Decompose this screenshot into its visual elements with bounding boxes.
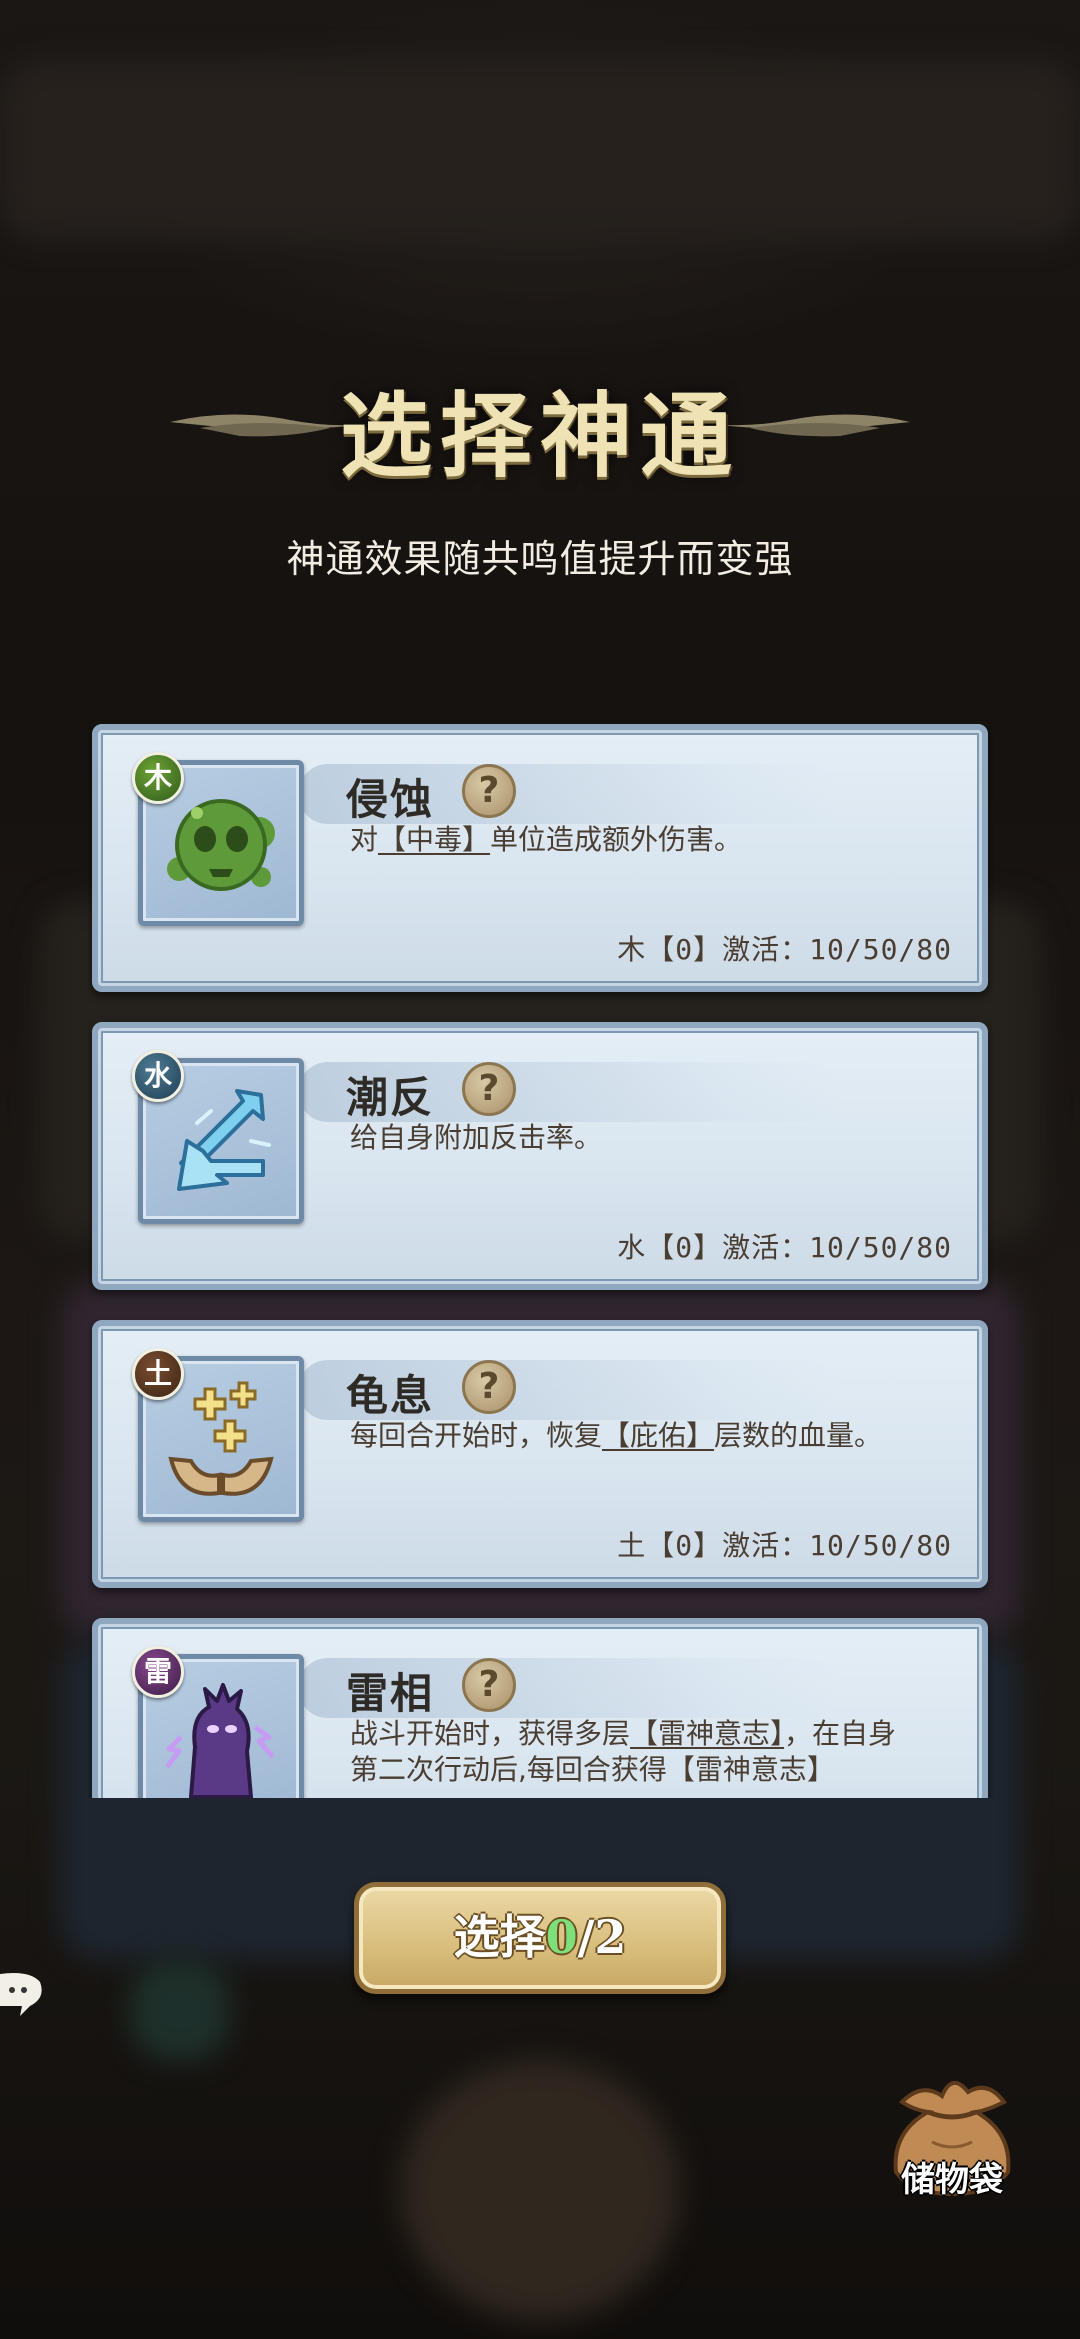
confirm-select-button[interactable]: 选择0/2: [354, 1882, 726, 1994]
help-button[interactable]: ?: [462, 1062, 516, 1116]
keyword-link[interactable]: 【中毒】: [378, 823, 490, 856]
skill-card-list[interactable]: 木 侵蚀 ? 对【中毒】单位造成额外伤害。 木【0】激活：10/50/80 水 …: [88, 718, 994, 1798]
skill-description: 每回合开始时，恢复【庇佑】层数的血量。: [350, 1419, 883, 1452]
selected-count: 0: [545, 1910, 578, 1964]
skill-card-turtle-breath[interactable]: 土 龟息 ? 每回合开始时，恢复【庇佑】层数的血量。 土【0】激活：10/50/…: [92, 1320, 988, 1588]
skill-name: 龟息: [346, 1371, 435, 1420]
skill-description: 给自身附加反击率。: [350, 1121, 603, 1154]
element-badge-thunder: 雷: [132, 1646, 184, 1698]
page-subtitle: 神通效果随共鸣值提升而变强: [286, 537, 794, 581]
skill-description: 对【中毒】单位造成额外伤害。: [350, 823, 743, 856]
help-button[interactable]: ?: [462, 764, 516, 818]
keyword-link[interactable]: 【雷神意志】: [630, 1717, 784, 1750]
keyword-link[interactable]: 【庇佑】: [602, 1419, 714, 1452]
element-badge-wood: 木: [132, 752, 184, 804]
activation-thresholds: 水【0】激活：10/50/80: [617, 1231, 952, 1264]
skill-name: 雷相: [346, 1669, 435, 1718]
skill-card-erosion[interactable]: 木 侵蚀 ? 对【中毒】单位造成额外伤害。 木【0】激活：10/50/80: [92, 724, 988, 992]
activation-thresholds: 木【0】激活：10/50/80: [617, 933, 952, 966]
element-badge-earth: 土: [132, 1348, 184, 1400]
skill-card-thunder-form[interactable]: 雷 雷相 ? 战斗开始时，获得多层【雷神意志】，在自身第二次行动后,每回合获得【…: [92, 1618, 988, 1798]
help-button[interactable]: ?: [462, 1360, 516, 1414]
skill-name: 侵蚀: [346, 775, 435, 824]
title-banner: 选择神通: [0, 340, 1080, 500]
page-title: 选择神通: [339, 382, 740, 490]
skill-name: 潮反: [346, 1073, 435, 1122]
help-button[interactable]: ?: [462, 1658, 516, 1712]
skill-description: 战斗开始时，获得多层【雷神意志】，在自身第二次行动后,每回合获得【雷神意志】: [350, 1717, 897, 1786]
activation-thresholds: 土【0】激活：10/50/80: [617, 1529, 952, 1562]
skill-card-tide-counter[interactable]: 水 潮反 ? 给自身附加反击率。 水【0】激活：10/50/80: [92, 1022, 988, 1290]
element-badge-water: 水: [132, 1050, 184, 1102]
chat-bubble-icon[interactable]: [0, 1968, 44, 2018]
storage-bag-label: 储物袋: [901, 2160, 1003, 2200]
